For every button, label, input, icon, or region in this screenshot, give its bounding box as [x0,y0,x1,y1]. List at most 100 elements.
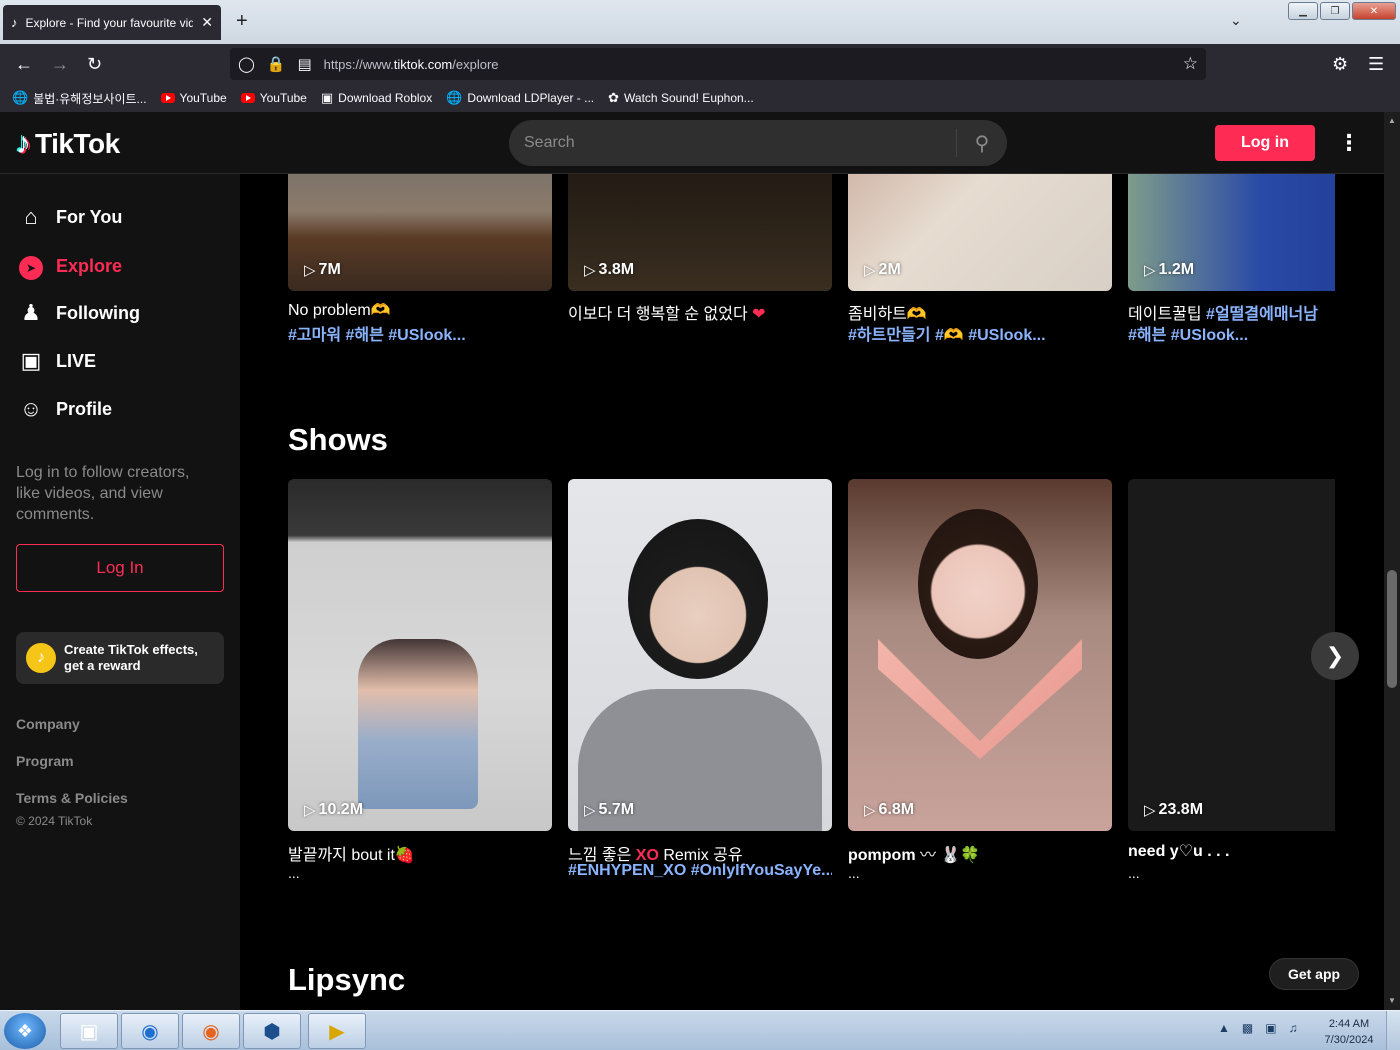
carousel-next-chevron-icon[interactable]: ❯ [1311,632,1359,680]
tray-expand-icon[interactable]: ▲ [1218,1021,1230,1035]
play-icon: ▷ [584,802,596,819]
video-title[interactable]: pompom 〰 🐰🍀 [848,841,1112,865]
forward-arrow-icon[interactable]: → [51,54,69,75]
video-hashtags[interactable]: #하트만들기 #🫶 #USlook... [848,321,1112,345]
close-window-button[interactable]: ✕ [1352,2,1396,20]
view-count: 1.2M [1158,261,1195,278]
bookmark-item[interactable]: ✿ Watch Sound! Euphon... [608,90,754,106]
list-tabs-chevron-icon[interactable]: ⌄ [1230,12,1242,29]
taskbar-app-terminal[interactable]: ▣ [60,1013,118,1049]
start-orb-icon[interactable]: ❖ [4,1013,46,1049]
taskbar-clock[interactable]: 2:44 AM 7/30/2024 [1318,1016,1380,1048]
sidebar-item-following[interactable]: ♟ Following [18,300,140,326]
search-input[interactable] [509,134,956,152]
video-hashtags[interactable]: #해븐 #USlook... [1128,321,1335,345]
tab-title: Explore - Find your favourite videos on … [25,15,194,30]
video-thumbnail[interactable]: ▷ 1.2M [1128,174,1335,291]
bookmark-item[interactable]: YouTube [240,91,307,105]
reload-icon[interactable]: ↻ [87,54,102,75]
new-tab-button[interactable]: + [236,10,248,33]
menu-hamburger-icon[interactable]: ☰ [1368,54,1384,75]
video-title[interactable]: 발끝까지 bout it🍓 [288,841,552,865]
globe-icon: 🌐 [12,90,29,105]
bookmark-item[interactable]: 🌐 불법·유해정보사이트... [12,90,147,107]
video-thumbnail[interactable]: ▷ 5.7M [568,479,832,831]
sidebar-item-for-you[interactable]: ⌂ For You [18,204,122,230]
thumbnail-face [628,519,768,679]
video-hashtags[interactable]: #고마워 #해븐 #USlook... [288,321,552,345]
roblox-icon: ▣ [320,90,334,105]
url-text[interactable]: https://www.tiktok.com/explore [324,57,499,72]
video-thumbnail[interactable]: ▷ 7M [288,174,552,291]
view-count: 3.8M [598,261,635,278]
browser-icon: ◉ [141,1020,159,1043]
video-card[interactable]: ▷ 23.8M need y♡u . . . ... [1128,479,1335,899]
tray-network-icon[interactable]: ▩ [1242,1021,1253,1035]
browser-tab[interactable]: ♪ Explore - Find your favourite videos o… [3,5,221,40]
permissions-icon[interactable]: ▤ [297,55,311,73]
compass-icon: ➤ [19,256,43,280]
system-tray: ▲ ▩ ▣ ♫ [1218,1021,1298,1035]
minimize-button[interactable]: ▁ [1288,2,1318,20]
tiktok-logo[interactable]: ♪ TikTok [16,128,120,160]
scroll-thumb[interactable] [1387,570,1397,688]
video-card[interactable]: ▷ 1.2M 데이트꿀팁 #얼떨결에매너남 #해븐 #USlook... [1128,174,1335,354]
browser-nav-bar: ← → ↻ ◯ 🔒 ▤ https://www.tiktok.com/explo… [0,44,1400,84]
video-hashtags[interactable]: #ENHYPEN_XO #OnlyIfYouSayYe... [568,862,832,880]
video-thumbnail[interactable]: ▷ 2M [848,174,1112,291]
taskbar-app-virtualbox[interactable]: ⬢ [243,1013,301,1049]
clock-time: 2:44 AM [1328,1018,1370,1030]
video-thumbnail[interactable]: ▷ 6.8M [848,479,1112,831]
tiktok-favicon-icon: ♪ [11,15,18,30]
header-login-button[interactable]: Log in [1215,125,1315,161]
home-icon: ⌂ [24,204,38,229]
search-icon[interactable]: ⚲ [957,131,1007,156]
sidebar-item-explore[interactable]: ➤ Explore [18,252,122,280]
taskbar-app-chrome[interactable]: ◉ [121,1013,179,1049]
scroll-up-icon[interactable]: ▲ [1388,116,1396,125]
sidebar-item-live[interactable]: ▣ LIVE [18,348,96,374]
view-count: 23.8M [1158,801,1204,818]
thumbnail-face [918,509,1038,659]
tray-volume-icon[interactable]: ♫ [1289,1021,1298,1035]
tracking-shield-icon[interactable]: ◯ [238,55,255,73]
extensions-icon[interactable]: ⚙ [1332,54,1348,75]
sidebar-item-profile[interactable]: ☺ Profile [18,396,112,422]
get-app-button[interactable]: Get app [1269,958,1359,990]
footer-link-company[interactable]: Company [16,716,80,732]
taskbar-app-firefox[interactable]: ◉ [182,1013,240,1049]
video-thumbnail[interactable]: ▷ 10.2M [288,479,552,831]
ldplayer-icon: ▶ [329,1020,345,1043]
play-icon: ▷ [304,262,316,279]
video-more: ... [1128,865,1140,881]
scroll-down-icon[interactable]: ▼ [1388,996,1396,1005]
video-thumbnail[interactable]: ▷ 3.8M [568,174,832,291]
bookmark-item[interactable]: YouTube [160,91,227,105]
more-options-icon[interactable]: ⋮ [1338,130,1360,156]
video-title[interactable]: 이보다 더 행복할 순 없었다 ❤ [568,300,832,324]
video-thumbnail[interactable]: ▷ 23.8M [1128,479,1335,831]
create-effects-banner[interactable]: ♪ Create TikTok effects, get a reward [16,632,224,684]
url-bar[interactable]: ◯ 🔒 ▤ https://www.tiktok.com/explore ☆ [230,48,1206,80]
youtube-icon [160,93,175,103]
effects-line-1: Create TikTok effects, [64,642,198,657]
tray-monitor-icon[interactable]: ▣ [1265,1021,1276,1035]
video-title[interactable]: need y♡u . . . [1128,841,1335,861]
show-desktop-button[interactable] [1386,1011,1400,1050]
page-scrollbar[interactable]: ▲ ▼ [1384,112,1400,1010]
sidebar-login-button[interactable]: Log In [16,544,224,592]
effects-line-2: get a reward [64,658,141,673]
login-prompt-text: Log in to follow creators, like videos, … [16,464,190,523]
restore-button[interactable]: ❐ [1320,2,1350,20]
bookmark-item[interactable]: ▣ Download Roblox [321,90,432,106]
video-title[interactable]: No problem🫶 [288,300,552,320]
view-count: 10.2M [318,801,364,818]
lock-icon[interactable]: 🔒 [267,55,286,73]
back-arrow-icon[interactable]: ← [15,54,33,75]
bookmark-item[interactable]: 🌐 Download LDPlayer - ... [446,90,594,106]
tab-close-icon[interactable]: ✕ [201,14,213,31]
footer-link-program[interactable]: Program [16,753,74,769]
footer-link-terms[interactable]: Terms & Policies [16,790,128,806]
taskbar-app-ldplayer[interactable]: ▶ [308,1013,366,1049]
bookmark-star-icon[interactable]: ☆ [1183,54,1198,74]
